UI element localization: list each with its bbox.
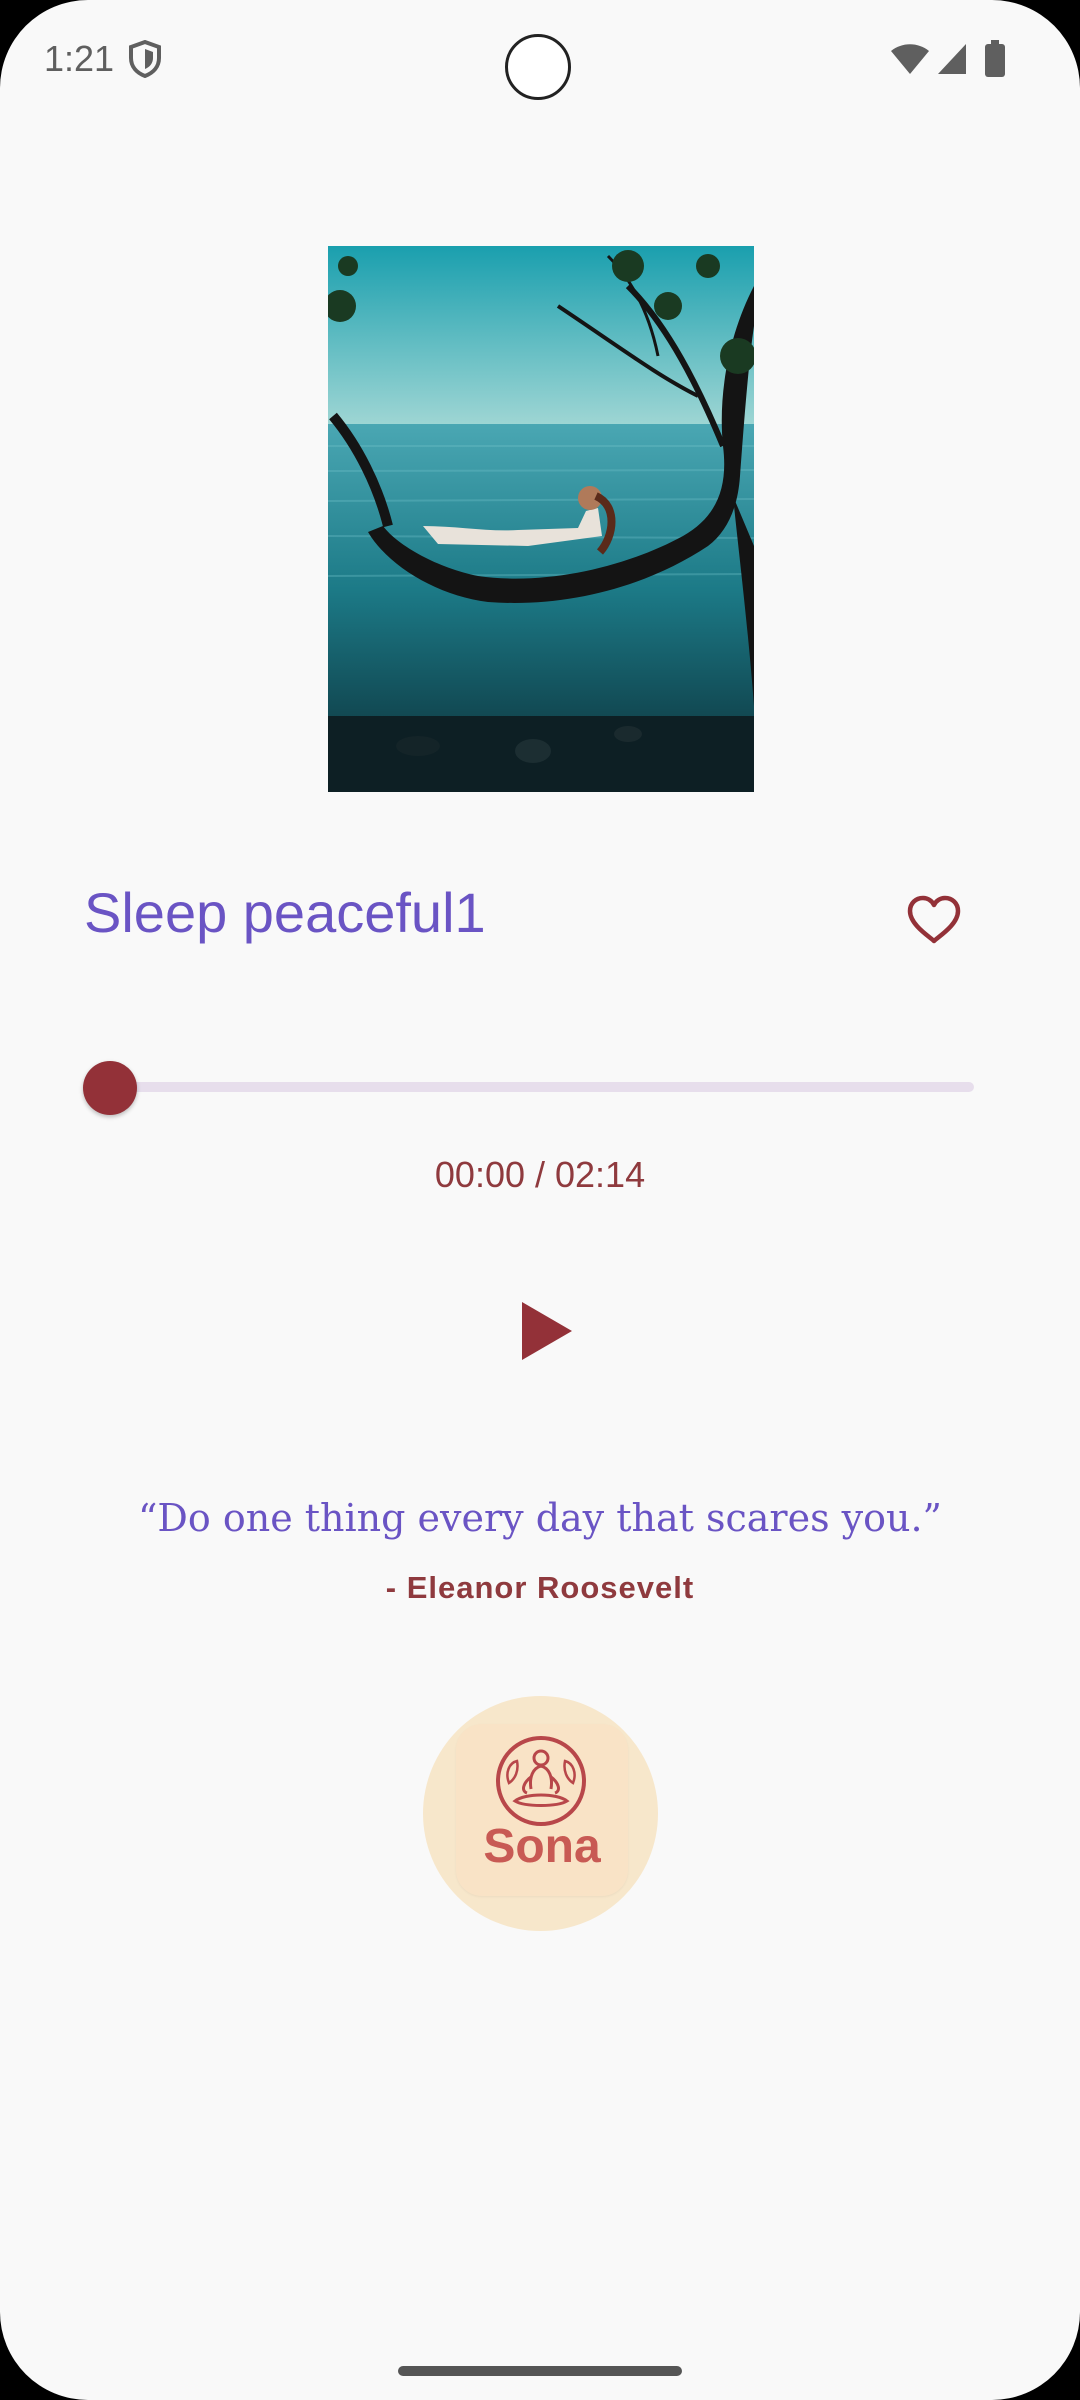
logo-wordmark: Sona — [483, 1820, 601, 1873]
play-button[interactable] — [510, 1290, 580, 1368]
play-icon — [522, 1302, 572, 1360]
track-title: Sleep peaceful1 — [84, 881, 486, 944]
shield-icon — [128, 39, 162, 79]
quote-author: - Eleanor Roosevelt — [385, 1570, 695, 1605]
camera-cutout — [505, 34, 571, 100]
battery-icon — [984, 40, 1006, 78]
signal-icon — [936, 42, 968, 76]
cover-image — [328, 246, 754, 792]
time-readout: 00:00 / 02:14 — [434, 1154, 646, 1195]
seek-thumb[interactable] — [83, 1061, 137, 1115]
meditation-icon — [493, 1733, 589, 1829]
home-indicator[interactable] — [398, 2366, 682, 2376]
wifi-icon — [890, 42, 930, 76]
status-time: 1:21 — [44, 38, 115, 79]
favorite-button[interactable] — [900, 888, 968, 952]
seek-track[interactable] — [108, 1082, 974, 1092]
screen: 1:21 Sleep peaceful1 00:00 / 02:14 “Do o… — [0, 0, 1080, 2400]
quote-text: “Do one thing every day that scares you.… — [138, 1496, 942, 1540]
heart-outline-icon — [907, 895, 961, 944]
